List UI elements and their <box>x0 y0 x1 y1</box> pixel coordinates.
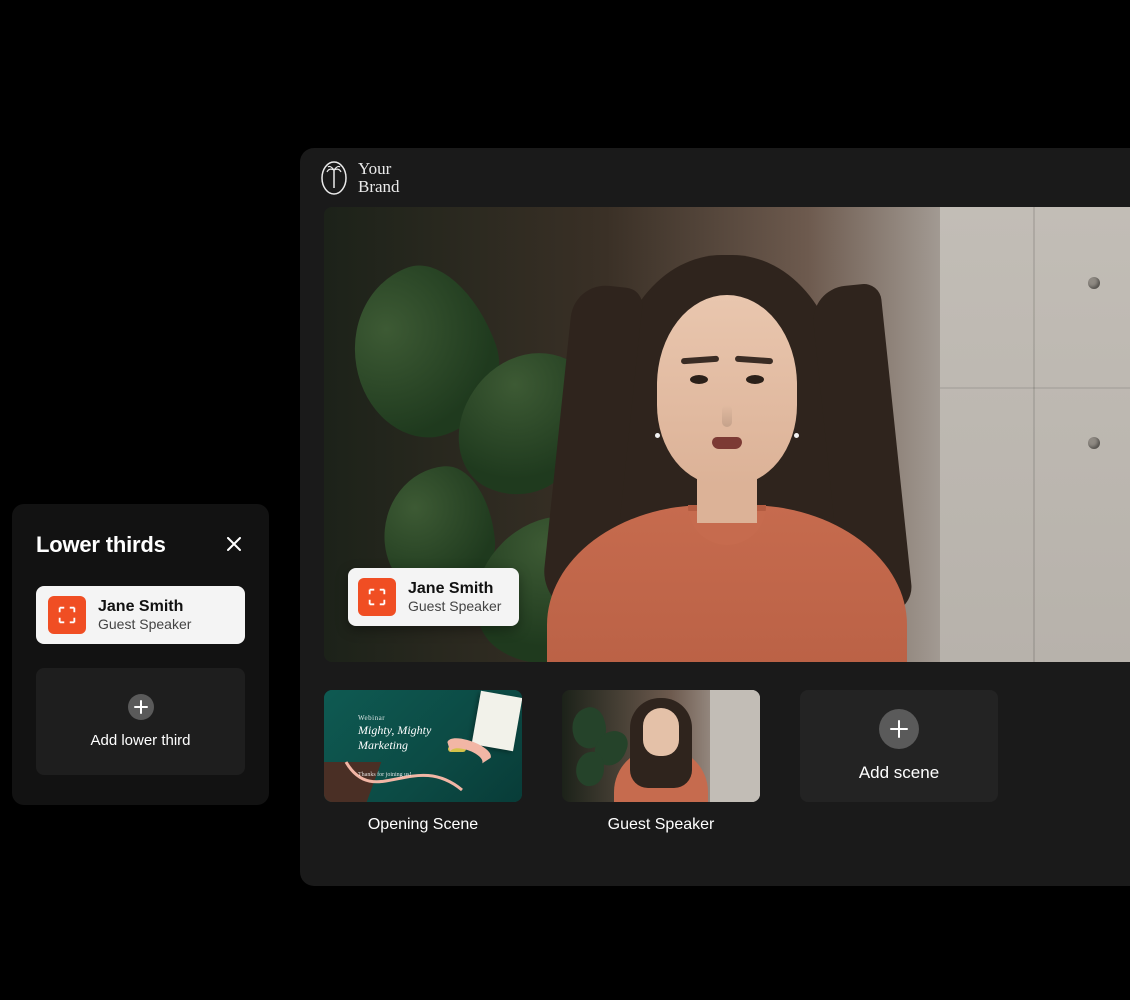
opening-scene-text: Webinar Mighty, Mighty Marketing Thanks … <box>358 714 431 778</box>
video-preview[interactable]: Jane Smith Guest Speaker <box>324 207 1130 662</box>
brand-badge-icon <box>358 578 396 616</box>
scene-opening[interactable]: Webinar Mighty, Mighty Marketing Thanks … <box>324 690 522 834</box>
add-lower-third-label: Add lower third <box>90 732 190 749</box>
scene-thumb <box>562 690 760 802</box>
overlay-role: Guest Speaker <box>408 598 501 615</box>
close-icon[interactable] <box>223 533 245 557</box>
lower-thirds-title: Lower thirds <box>36 532 166 558</box>
add-scene-button[interactable]: Add scene <box>800 690 998 802</box>
brand-line2: Brand <box>358 178 400 196</box>
editor-surface: Your Brand <box>300 148 1130 886</box>
add-scene-label: Add scene <box>859 763 939 783</box>
preview-bg-panel <box>940 207 1130 662</box>
lower-third-role: Guest Speaker <box>98 616 191 633</box>
opening-title-1: Mighty, Mighty <box>358 724 431 737</box>
brand-logo-icon <box>320 160 348 196</box>
scene-label: Guest Speaker <box>562 816 760 834</box>
scene-guest-speaker[interactable]: Guest Speaker <box>562 690 760 834</box>
lower-thirds-header: Lower thirds <box>36 532 245 558</box>
lower-third-text: Jane Smith Guest Speaker <box>98 597 191 633</box>
lower-third-item[interactable]: Jane Smith Guest Speaker <box>36 586 245 644</box>
scene-label: Opening Scene <box>324 816 522 834</box>
lower-third-overlay[interactable]: Jane Smith Guest Speaker <box>348 568 519 626</box>
lower-third-name: Jane Smith <box>98 597 191 616</box>
scene-strip: Webinar Mighty, Mighty Marketing Thanks … <box>300 662 1130 834</box>
opening-sub: Thanks for joining us! <box>358 772 431 778</box>
overlay-name: Jane Smith <box>408 579 501 598</box>
plus-icon <box>879 709 919 749</box>
brand-name: Your Brand <box>358 160 400 196</box>
brand-badge-icon <box>48 596 86 634</box>
preview-speaker <box>517 255 937 662</box>
plus-icon <box>128 694 154 720</box>
editor-header: Your Brand <box>300 148 1130 207</box>
opening-title-2: Marketing <box>358 739 431 752</box>
scene-thumb: Webinar Mighty, Mighty Marketing Thanks … <box>324 690 522 802</box>
overlay-text: Jane Smith Guest Speaker <box>408 579 501 615</box>
opening-kicker: Webinar <box>358 714 431 722</box>
add-lower-third-button[interactable]: Add lower third <box>36 668 245 775</box>
lower-thirds-panel: Lower thirds Jane Smith Guest Speaker Ad… <box>12 504 269 805</box>
brand-line1: Your <box>358 160 400 178</box>
